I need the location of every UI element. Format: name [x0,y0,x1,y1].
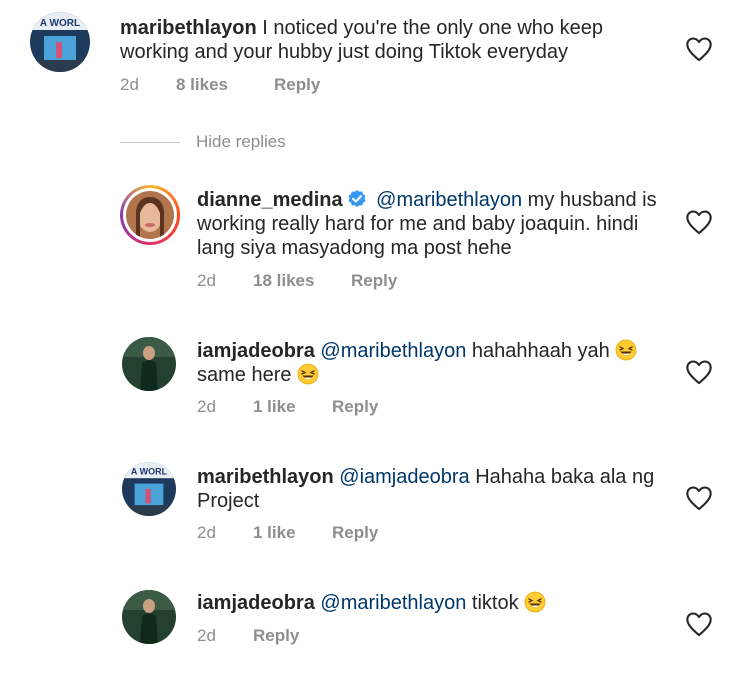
comment-meta: 2d 1 like Reply [197,523,378,543]
heart-outline-icon[interactable] [685,611,713,637]
divider [120,141,180,143]
laughing-emoji [297,363,319,385]
mention-link[interactable]: @maribethlayon [376,189,522,211]
reply-button[interactable]: Reply [351,271,397,291]
reply-button[interactable]: Reply [332,523,378,543]
comment-meta: 2d 1 like Reply [197,397,378,417]
avatar-image: A WORL [30,12,90,72]
timestamp: 2d [197,397,216,416]
avatar-logo-text: A WORL [40,18,80,29]
username[interactable]: maribethlayon [197,466,334,488]
avatar[interactable] [122,337,176,391]
comment-meta: 2d 8 likes Reply [120,75,320,95]
timestamp: 2d [120,75,139,94]
laughing-emoji [615,339,637,361]
heart-outline-icon[interactable] [685,36,713,62]
avatar-image [126,191,174,239]
comment-body: hahahhaah yah [471,340,610,362]
username[interactable]: iamjadeobra [197,340,315,362]
timestamp: 2d [197,626,216,645]
avatar[interactable] [122,590,176,644]
mention-link[interactable]: @maribethlayon [320,592,466,614]
timestamp: 2d [197,523,216,542]
hide-replies-label[interactable]: Hide replies [196,132,286,152]
comment-text: maribethlayon @iamjadeobra Hahaha baka a… [197,465,657,513]
like-count[interactable]: 1 like [253,397,332,417]
heart-outline-icon[interactable] [685,485,713,511]
reply-button[interactable]: Reply [274,75,320,95]
like-count[interactable]: 1 like [253,523,332,543]
reply-button[interactable]: Reply [332,397,378,417]
verified-badge-icon [348,190,366,207]
reply-button[interactable]: Reply [253,626,299,646]
heart-outline-icon[interactable] [685,209,713,235]
avatar-image [122,337,176,391]
username[interactable]: dianne_medina [197,189,343,211]
like-count[interactable]: 18 likes [253,271,351,291]
mention-link[interactable]: @iamjadeobra [339,466,469,488]
avatar[interactable] [120,185,180,245]
laughing-emoji [524,591,546,613]
hide-replies-toggle[interactable]: Hide replies [120,130,286,154]
comment-meta: 2d 18 likes Reply [197,271,397,291]
mention-link[interactable]: @maribethlayon [320,340,466,362]
comment-text: iamjadeobra @maribethlayon hahahhaah yah… [197,339,667,387]
comment-meta: 2d Reply [197,626,299,646]
username[interactable]: maribethlayon [120,17,257,39]
comment-text: maribethlayon I noticed you're the only … [120,16,640,64]
avatar-logo-text: A WORL [131,467,168,477]
comment-body-continued: same here [197,364,292,386]
heart-outline-icon[interactable] [685,359,713,385]
avatar[interactable]: A WORL [30,12,90,72]
comment-text: dianne_medina @maribethlayon my husband … [197,188,667,260]
username[interactable]: iamjadeobra [197,592,315,614]
comment-text: iamjadeobra @maribethlayon tiktok [197,591,667,615]
avatar-image: A WORL [122,462,176,516]
comment-body: tiktok [471,592,519,614]
avatar[interactable]: A WORL [122,462,176,516]
timestamp: 2d [197,271,216,290]
avatar-image [122,590,176,644]
like-count[interactable]: 8 likes [176,75,274,95]
